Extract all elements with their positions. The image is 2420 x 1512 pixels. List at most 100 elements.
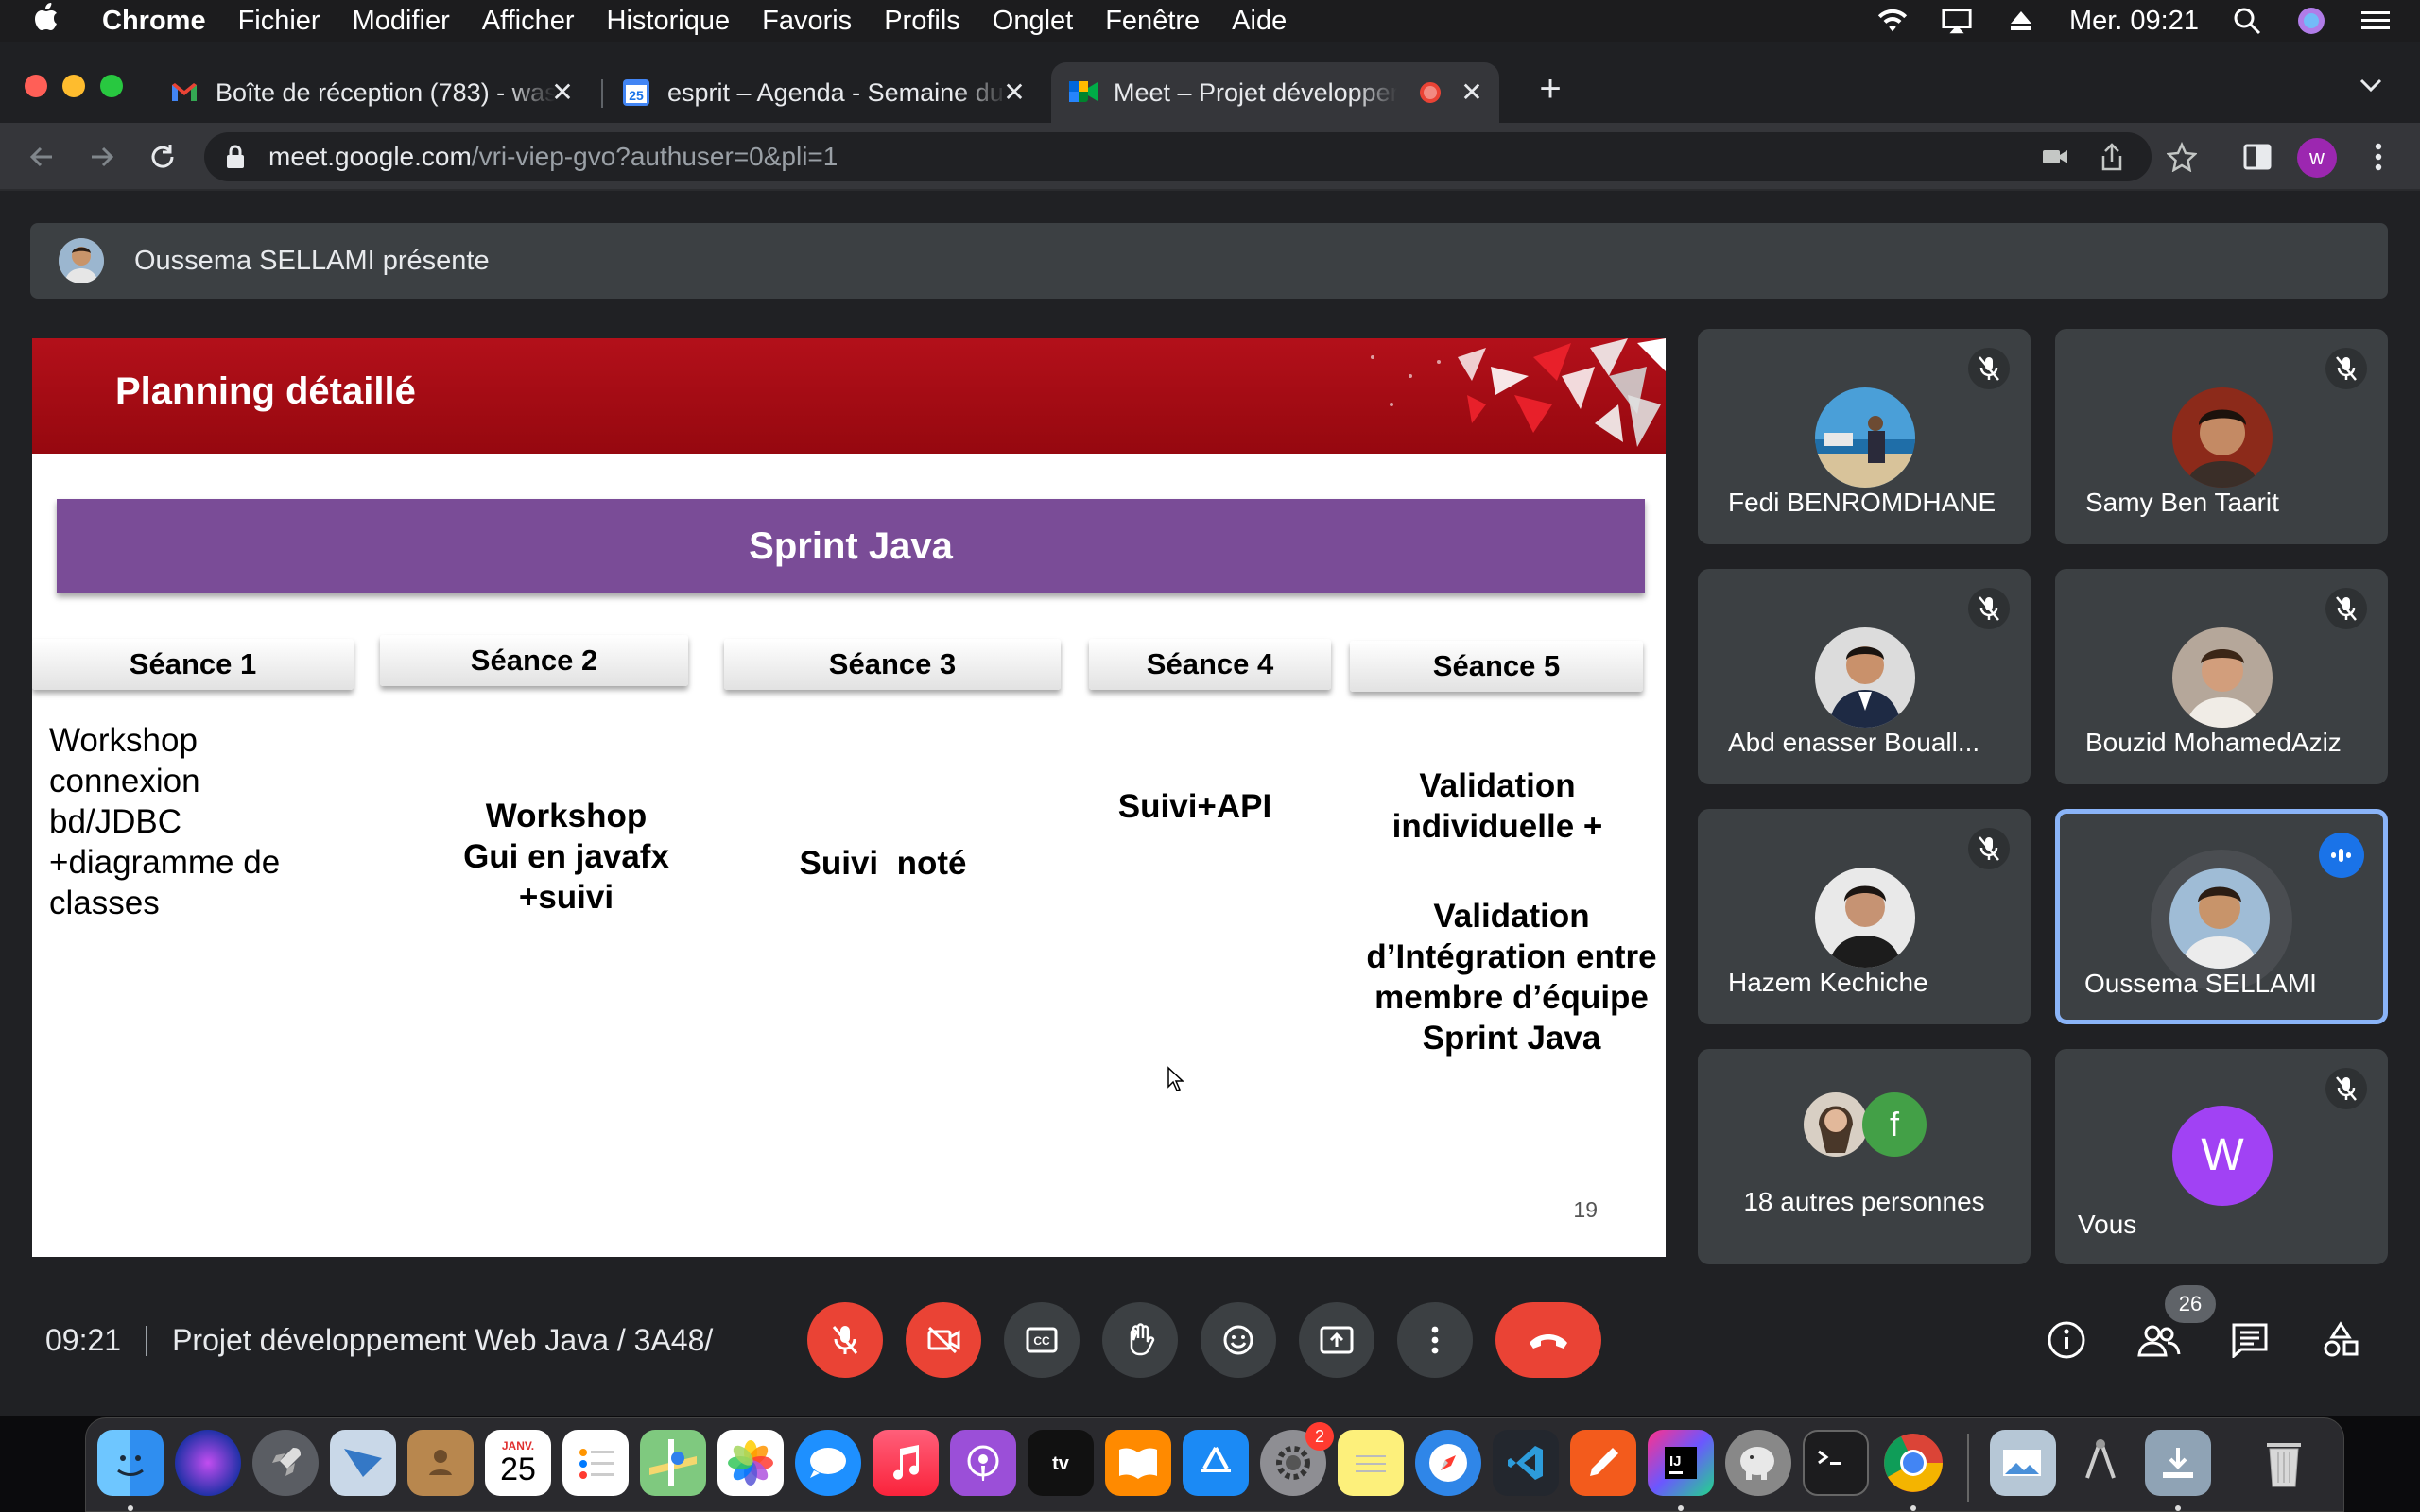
more-options-button[interactable] — [1397, 1302, 1473, 1378]
music-icon[interactable] — [873, 1430, 939, 1496]
menubar-clock[interactable]: Mer. 09:21 — [2069, 6, 2199, 37]
siri-icon[interactable] — [2295, 7, 2327, 35]
participant-tile[interactable]: Abd enasser Bouall... — [1698, 569, 2031, 784]
trash-icon[interactable] — [2251, 1430, 2317, 1496]
menu-onglet[interactable]: Onglet — [993, 6, 1073, 37]
intellij-idea-icon[interactable]: IJ — [1648, 1430, 1714, 1496]
reactions-button[interactable] — [1201, 1302, 1276, 1378]
profile-avatar[interactable]: w — [2297, 138, 2337, 178]
wifi-icon[interactable] — [1876, 7, 1909, 35]
books-icon[interactable] — [1105, 1430, 1171, 1496]
tab-gmail[interactable]: Boîte de réception (783) - wass ✕ — [153, 62, 590, 123]
participant-tile[interactable]: Samy Ben Taarit — [2055, 329, 2388, 544]
show-everyone-button[interactable] — [2135, 1315, 2184, 1365]
tab-calendar[interactable]: 25 esprit – Agenda - Semaine du 2 ✕ — [605, 62, 1042, 123]
slide-triangle-decoration — [1371, 338, 1666, 447]
calendar-app-icon[interactable]: JANV. 25 — [485, 1430, 551, 1496]
captions-button[interactable]: CC — [1004, 1302, 1080, 1378]
notes-icon[interactable] — [1338, 1430, 1404, 1496]
participant-name: Bouzid MohamedAziz — [2085, 728, 2342, 757]
leave-call-button[interactable] — [1495, 1302, 1601, 1378]
participant-tile[interactable]: Hazem Kechiche — [1698, 809, 2031, 1024]
tab-close-icon[interactable]: ✕ — [1458, 78, 1486, 107]
toggle-microphone-button[interactable] — [807, 1302, 883, 1378]
instruments-icon[interactable] — [2067, 1430, 2134, 1496]
safari-icon[interactable] — [1415, 1430, 1481, 1496]
chat-button[interactable] — [2225, 1315, 2274, 1365]
tab-meet[interactable]: Meet – Projet développement ✕ — [1051, 62, 1499, 123]
window-minimize-button[interactable] — [62, 75, 85, 97]
divider — [146, 1325, 148, 1356]
menu-modifier[interactable]: Modifier — [353, 6, 450, 37]
new-tab-button[interactable]: + — [1531, 70, 1569, 108]
mail-app-icon[interactable] — [330, 1430, 396, 1496]
finder-icon[interactable] — [97, 1430, 164, 1496]
menu-app-name[interactable]: Chrome — [102, 6, 206, 37]
activities-button[interactable] — [2316, 1315, 2365, 1365]
meeting-details-button[interactable] — [2042, 1315, 2091, 1365]
apple-menu-icon[interactable] — [34, 3, 76, 39]
control-center-icon[interactable] — [2360, 7, 2392, 35]
airplay-icon[interactable] — [1941, 7, 1973, 35]
terminal-icon[interactable] — [1803, 1430, 1869, 1496]
presenter-avatar — [59, 238, 104, 284]
launchpad-rocket-icon[interactable] — [252, 1430, 319, 1496]
preview-icon[interactable] — [1990, 1430, 2056, 1496]
contacts-icon[interactable] — [407, 1430, 474, 1496]
back-arrow-icon[interactable] — [21, 136, 62, 178]
participant-tile[interactable]: Bouzid MohamedAziz — [2055, 569, 2388, 784]
pencil-app-icon[interactable] — [1570, 1430, 1636, 1496]
camera-permission-icon[interactable] — [2038, 140, 2072, 174]
chrome-icon[interactable] — [1880, 1430, 1946, 1496]
menu-fichier[interactable]: Fichier — [238, 6, 320, 37]
menu-afficher[interactable]: Afficher — [482, 6, 575, 37]
tab-search-chevron-icon[interactable] — [2360, 70, 2382, 99]
menu-historique[interactable]: Historique — [607, 6, 731, 37]
tab-title: Boîte de réception (783) - wass — [216, 77, 556, 107]
eject-icon[interactable] — [2005, 7, 2037, 35]
participant-name: Fedi BENROMDHANE — [1728, 488, 1996, 517]
menu-fenetre[interactable]: Fenêtre — [1105, 6, 1200, 37]
forward-arrow-icon[interactable] — [81, 136, 123, 178]
others-tile[interactable]: f 18 autres personnes — [1698, 1049, 2031, 1264]
svg-text:25: 25 — [629, 88, 644, 103]
tab-close-icon[interactable]: ✕ — [1000, 78, 1028, 107]
reminders-icon[interactable] — [562, 1430, 629, 1496]
seance-2-content: Workshop Gui en javafx +suivi — [463, 798, 669, 916]
window-close-button[interactable] — [25, 75, 47, 97]
reload-icon[interactable] — [142, 136, 183, 178]
participant-name: Oussema SELLAMI — [2084, 969, 2317, 998]
url-host: meet.google.com — [268, 142, 472, 171]
self-tile[interactable]: W Vous — [2055, 1049, 2388, 1264]
spotlight-search-icon[interactable] — [2231, 7, 2263, 35]
share-icon[interactable] — [2095, 140, 2129, 174]
bookmark-star-icon[interactable] — [2161, 136, 2203, 178]
podcasts-icon[interactable] — [950, 1430, 1016, 1496]
photos-icon[interactable] — [717, 1430, 784, 1496]
downloads-folder-icon[interactable] — [2145, 1430, 2211, 1496]
present-now-button[interactable] — [1299, 1302, 1374, 1378]
vscode-icon[interactable] — [1493, 1430, 1559, 1496]
menu-aide[interactable]: Aide — [1232, 6, 1287, 37]
menu-favoris[interactable]: Favoris — [762, 6, 852, 37]
menu-profils[interactable]: Profils — [884, 6, 960, 37]
running-indicator — [1910, 1505, 1916, 1511]
maps-icon[interactable] — [640, 1430, 706, 1496]
participant-tile[interactable]: Fedi BENROMDHANE — [1698, 329, 2031, 544]
messages-icon[interactable] — [795, 1430, 861, 1496]
side-panel-icon[interactable] — [2237, 136, 2278, 178]
tableplus-elephant-icon[interactable] — [1725, 1430, 1791, 1496]
lock-icon[interactable] — [225, 145, 250, 169]
mic-off-icon — [1968, 588, 2010, 629]
app-store-icon[interactable] — [1183, 1430, 1249, 1496]
raise-hand-button[interactable] — [1102, 1302, 1178, 1378]
address-bar[interactable]: meet.google.com /vri-viep-gvo?authuser=0… — [204, 132, 2152, 181]
apple-tv-icon[interactable]: tv — [1028, 1430, 1094, 1496]
more-menu-icon[interactable] — [2358, 136, 2399, 178]
seance-1-content: Workshop connexion bd/JDBC +diagramme de… — [49, 722, 281, 921]
participant-tile-active-speaker[interactable]: Oussema SELLAMI — [2055, 809, 2388, 1024]
tab-close-icon[interactable]: ✕ — [548, 78, 577, 107]
window-zoom-button[interactable] — [100, 75, 123, 97]
toggle-camera-button[interactable] — [906, 1302, 981, 1378]
siri-icon[interactable] — [175, 1430, 241, 1496]
